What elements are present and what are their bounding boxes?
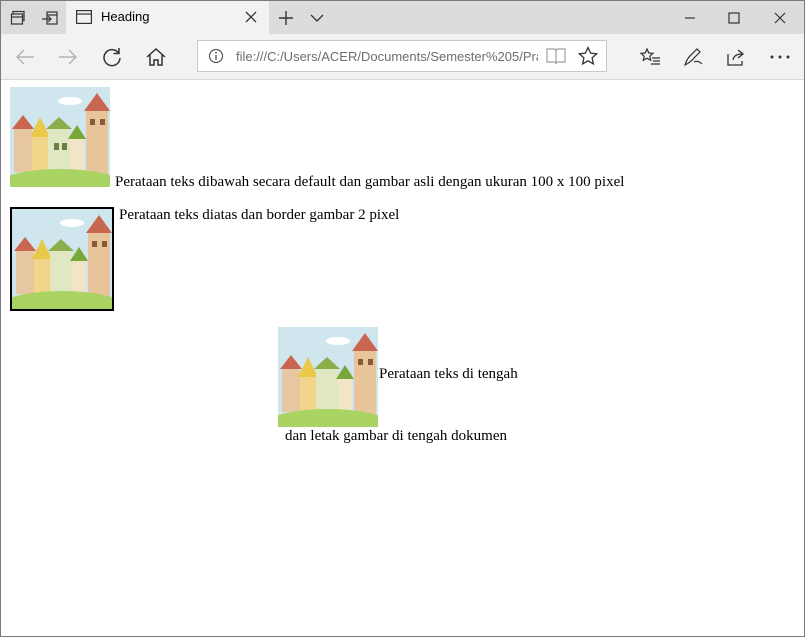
tab-actions-icon[interactable]	[9, 9, 27, 27]
browser-window: Heading file:///C:/Users/ACER/Documents/…	[0, 0, 805, 637]
page-content: Perataan teks dibawah secara default dan…	[1, 80, 804, 636]
village-image-bordered	[10, 207, 114, 311]
maximize-icon[interactable]	[711, 7, 757, 29]
navigation-toolbar: file:///C:/Users/ACER/Documents/Semester…	[1, 34, 804, 80]
text-line-1: Perataan teks dibawah secara default dan…	[115, 174, 625, 190]
forward-arrow-icon[interactable]	[57, 46, 79, 68]
village-image-centered	[278, 327, 378, 427]
chevron-down-icon[interactable]	[309, 9, 325, 27]
more-icon[interactable]	[769, 46, 791, 68]
close-icon[interactable]	[243, 9, 259, 25]
home-icon[interactable]	[145, 46, 167, 68]
text-line-3: Perataan teks di tengah	[379, 366, 518, 382]
tab-heading[interactable]: Heading	[66, 1, 269, 34]
star-icon[interactable]	[577, 45, 599, 66]
minimize-icon[interactable]	[667, 7, 713, 29]
refresh-icon[interactable]	[101, 46, 123, 68]
page-icon	[76, 10, 93, 29]
back-arrow-icon[interactable]	[14, 46, 36, 68]
tab-strip: Heading	[1, 1, 804, 34]
share-icon[interactable]	[725, 46, 747, 68]
favorites-list-icon[interactable]	[639, 46, 661, 68]
address-bar[interactable]: file:///C:/Users/ACER/Documents/Semester…	[197, 40, 607, 72]
text-line-2: Perataan teks diatas dan border gambar 2…	[119, 207, 400, 223]
info-icon[interactable]	[208, 48, 224, 64]
book-icon[interactable]	[546, 47, 566, 65]
village-image	[10, 87, 110, 187]
text-line-4: dan letak gambar di tengah dokumen	[285, 428, 508, 444]
tab-title: Heading	[101, 9, 150, 24]
set-aside-tabs-icon[interactable]	[41, 9, 59, 27]
plus-icon[interactable]	[277, 9, 295, 27]
pen-icon[interactable]	[682, 46, 704, 68]
address-url[interactable]: file:///C:/Users/ACER/Documents/Semester…	[236, 49, 538, 64]
close-window-icon[interactable]	[757, 7, 803, 29]
